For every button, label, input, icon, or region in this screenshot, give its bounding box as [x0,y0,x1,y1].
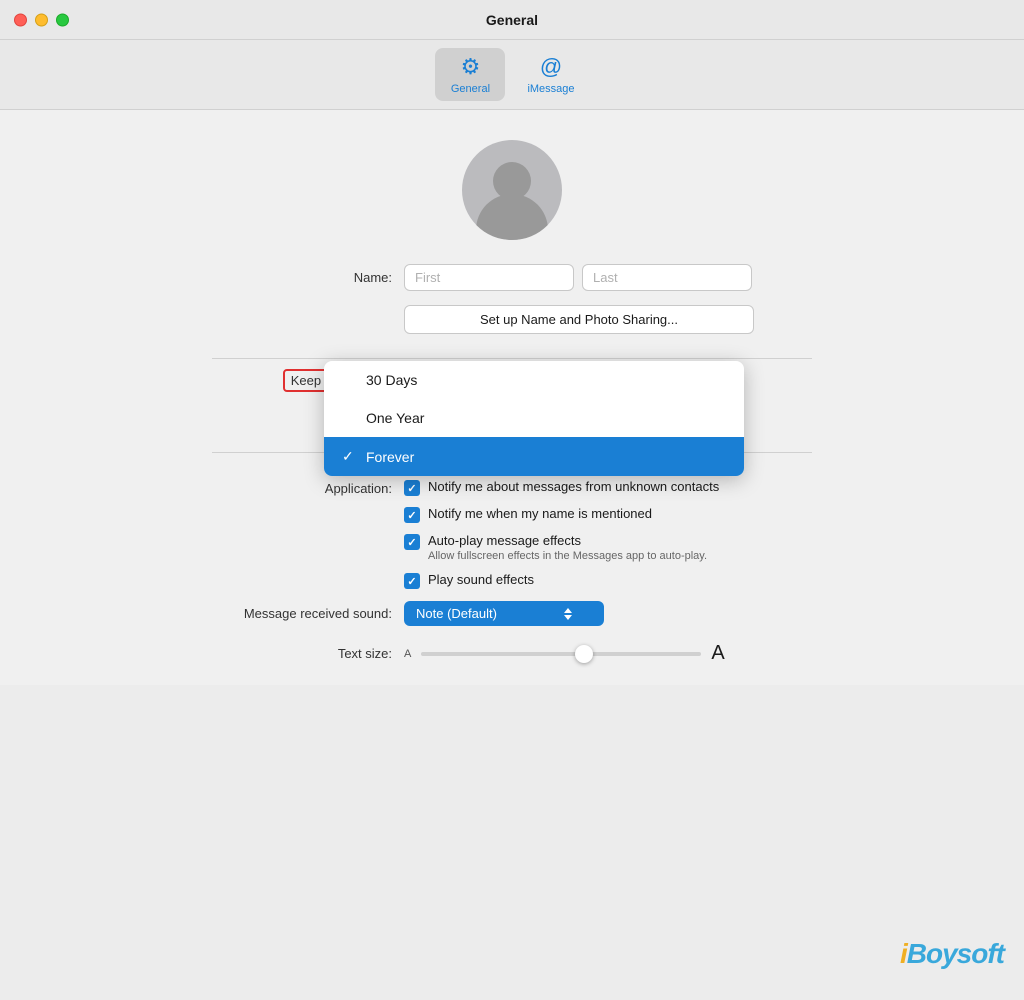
dropdown-option-forever[interactable]: ✓ Forever [324,437,744,476]
first-name-input[interactable] [404,264,574,291]
checkbox-row-notify-unknown: Notify me about messages from unknown co… [404,479,719,496]
dropdown-option-oneyear[interactable]: One Year [324,399,744,437]
dropdown-oneyear-label: One Year [366,410,424,426]
main-content: Name: Set up Name and Photo Sharing... K… [0,110,1024,685]
sound-select[interactable]: Note (Default) [404,601,604,626]
autoplay-sublabel: Allow fullscreen effects in the Messages… [428,550,707,562]
watermark-boysoft: Boysoft [907,938,1004,969]
dropdown-30days-label: 30 Days [366,372,417,388]
sound-value: Note (Default) [416,606,497,621]
separator-top [212,358,812,359]
checkbox-row-play-sound: Play sound effects [404,572,719,589]
sound-row: Message received sound: Note (Default) [132,601,892,626]
form-section: Name: Set up Name and Photo Sharing... [132,264,892,348]
checkbox-notify-unknown[interactable] [404,480,420,496]
checkbox-play-sound[interactable] [404,573,420,589]
text-size-slider-thumb[interactable] [575,645,593,663]
name-inputs [404,264,752,291]
avatar-body [476,194,548,240]
text-size-small-a: A [404,648,411,660]
application-section: Application: Notify me about messages fr… [132,479,892,601]
toolbar: ⚙ General @ iMessage [0,40,1024,110]
last-name-input[interactable] [582,264,752,291]
checkbox-row-autoplay: Auto-play message effects Allow fullscre… [404,533,719,562]
text-size-large-a: A [711,642,724,665]
tab-general[interactable]: ⚙ General [435,48,505,101]
autoplay-label: Auto-play message effects [428,533,707,548]
checkbox-play-sound-label: Play sound effects [428,572,534,587]
checkbox-notify-mention[interactable] [404,507,420,523]
traffic-lights [14,13,69,26]
tab-imessage[interactable]: @ iMessage [513,48,588,101]
watermark: iBoysoft [900,938,1004,970]
tab-imessage-label: iMessage [527,83,574,95]
keep-messages-dropdown[interactable]: 30 Days One Year ✓ Forever [324,361,744,476]
avatar-area [462,140,562,240]
text-size-controls: A A [404,642,725,665]
at-icon: @ [540,54,562,80]
title-bar: General [0,0,1024,40]
maximize-button[interactable] [56,13,69,26]
checkboxes-column: Notify me about messages from unknown co… [404,479,719,589]
avatar[interactable] [462,140,562,240]
autoplay-text-group: Auto-play message effects Allow fullscre… [428,533,707,562]
dropdown-option-30days[interactable]: 30 Days [324,361,744,399]
gear-icon: ⚙ [461,54,481,80]
keep-messages-row: Keep messages 30 Days One Year ✓ Forever [212,369,812,392]
application-row: Application: Notify me about messages fr… [212,479,812,589]
text-size-slider-track[interactable] [421,652,701,656]
window-title: General [486,12,538,28]
tab-general-label: General [451,83,490,95]
sound-chevron-icon [564,608,572,620]
checkbox-autoplay[interactable] [404,534,420,550]
setup-name-photo-button[interactable]: Set up Name and Photo Sharing... [404,305,754,334]
name-row: Name: [212,264,812,291]
name-label: Name: [212,270,392,285]
checkbox-notify-mention-label: Notify me when my name is mentioned [428,506,652,521]
setup-btn-row: Set up Name and Photo Sharing... [212,305,812,334]
close-button[interactable] [14,13,27,26]
text-size-label: Text size: [212,646,392,661]
keep-messages-area: Keep messages 30 Days One Year ✓ Forever [132,369,892,392]
checkbox-notify-unknown-label: Notify me about messages from unknown co… [428,479,719,494]
minimize-button[interactable] [35,13,48,26]
dropdown-forever-label: Forever [366,449,414,465]
application-label: Application: [212,479,392,496]
text-size-row: Text size: A A [132,642,892,665]
checkbox-row-notify-mention: Notify me when my name is mentioned [404,506,719,523]
checkmark-forever: ✓ [342,448,358,465]
sound-label: Message received sound: [212,606,392,621]
watermark-i: i [900,938,907,969]
